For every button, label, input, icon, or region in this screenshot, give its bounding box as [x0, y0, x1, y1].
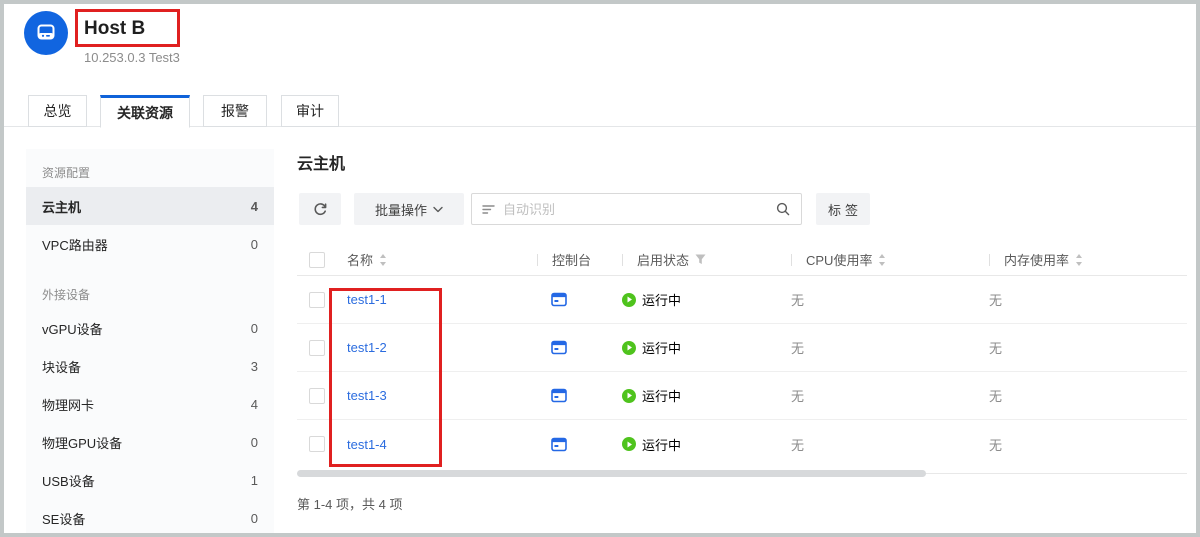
sidebar-section-external-devices: 外接设备 — [26, 279, 274, 309]
physical-gpu-count: 0 — [251, 435, 258, 450]
cpu-usage-value: 无 — [791, 435, 989, 454]
table-row: test1-3 运行中 无 无 — [297, 372, 1187, 420]
vm-name-link[interactable]: test1-4 — [347, 437, 387, 452]
sidebar-item-usb[interactable]: USB设备 1 — [26, 461, 274, 499]
vm-count: 4 — [251, 199, 258, 214]
sidebar-item-se[interactable]: SE设备 0 — [26, 499, 274, 537]
host-avatar — [24, 11, 68, 55]
column-header-memory[interactable]: 内存使用率 — [989, 250, 1187, 269]
sort-icon[interactable] — [878, 253, 886, 267]
sort-icon[interactable] — [1075, 253, 1083, 267]
vm-name-link[interactable]: test1-3 — [347, 388, 387, 403]
tag-button[interactable]: 标签 — [816, 193, 870, 225]
column-header-state[interactable]: 启用状态 — [622, 250, 791, 269]
table-row: test1-1 运行中 无 无 — [297, 276, 1187, 324]
se-count: 0 — [251, 511, 258, 526]
block-device-count: 3 — [251, 359, 258, 374]
refresh-icon — [313, 202, 328, 217]
console-icon[interactable] — [551, 340, 567, 355]
sort-icon[interactable] — [379, 253, 387, 267]
column-divider — [791, 254, 792, 266]
row-checkbox[interactable] — [309, 340, 325, 356]
column-header-cpu[interactable]: CPU使用率 — [791, 250, 989, 269]
tab-audit[interactable]: 审计 — [281, 95, 339, 127]
cpu-usage-value: 无 — [791, 386, 989, 405]
chevron-down-icon — [433, 206, 443, 213]
select-all-checkbox[interactable] — [309, 252, 325, 268]
sidebar-item-vm[interactable]: 云主机 4 — [26, 187, 274, 225]
sidebar-item-vpc-router[interactable]: VPC路由器 0 — [26, 225, 274, 263]
cpu-usage-value: 无 — [791, 290, 989, 309]
vgpu-count: 0 — [251, 321, 258, 336]
sidebar-gap — [26, 263, 274, 279]
refresh-button[interactable] — [299, 193, 341, 225]
pagination-summary: 第 1-4 项，共 4 项 — [297, 494, 402, 513]
status-label: 运行中 — [642, 290, 681, 309]
section-title-vm: 云主机 — [297, 150, 345, 174]
console-icon[interactable] — [551, 437, 567, 452]
table-header: 名称 控制台 启用状态 CPU使用率 内存使用率 — [297, 244, 1187, 276]
row-checkbox[interactable] — [309, 388, 325, 404]
status-label: 运行中 — [642, 435, 681, 454]
sidebar-item-physical-nic[interactable]: 物理网卡 4 — [26, 385, 274, 423]
host-ip-and-cluster: 10.253.0.3 Test3 — [84, 50, 180, 65]
console-icon[interactable] — [551, 292, 567, 307]
column-header-console: 控制台 — [537, 250, 622, 269]
status-running-icon — [622, 341, 636, 355]
column-header-name[interactable]: 名称 — [347, 250, 537, 269]
status-running-icon — [622, 389, 636, 403]
host-icon — [35, 22, 57, 44]
search-input[interactable] — [503, 202, 767, 217]
status-label: 运行中 — [642, 338, 681, 357]
tab-related-resources[interactable]: 关联资源 — [100, 95, 190, 128]
table-row: test1-4 运行中 无 无 — [297, 420, 1187, 468]
memory-usage-value: 无 — [989, 386, 1187, 405]
status-running-icon — [622, 293, 636, 307]
search-box[interactable] — [471, 193, 802, 225]
memory-usage-value: 无 — [989, 338, 1187, 357]
column-divider — [537, 254, 538, 266]
column-divider — [989, 254, 990, 266]
table-row: test1-2 运行中 无 无 — [297, 324, 1187, 372]
batch-actions-button[interactable]: 批量操作 — [354, 193, 464, 225]
page-title: Host B — [84, 18, 145, 40]
search-icon[interactable] — [775, 201, 791, 217]
horizontal-scrollbar-thumb[interactable] — [297, 470, 926, 477]
vm-name-link[interactable]: test1-1 — [347, 292, 387, 307]
column-divider — [622, 254, 623, 266]
tab-alarm[interactable]: 报警 — [203, 95, 267, 127]
host-detail-window: Host B 10.253.0.3 Test3 总览 关联资源 报警 审计 资源… — [0, 0, 1200, 537]
sidebar-item-physical-gpu[interactable]: 物理GPU设备 0 — [26, 423, 274, 461]
memory-usage-value: 无 — [989, 290, 1187, 309]
memory-usage-value: 无 — [989, 435, 1187, 454]
row-checkbox[interactable] — [309, 436, 325, 452]
status-label: 运行中 — [642, 386, 681, 405]
resource-sidebar: 资源配置 云主机 4 VPC路由器 0 外接设备 vGPU设备 0 块设备 3 … — [26, 149, 274, 537]
tab-overview[interactable]: 总览 — [28, 95, 87, 127]
usb-count: 1 — [251, 473, 258, 488]
filter-lines-icon — [482, 204, 495, 215]
vm-name-link[interactable]: test1-2 — [347, 340, 387, 355]
row-checkbox[interactable] — [309, 292, 325, 308]
filter-funnel-icon[interactable] — [695, 254, 706, 265]
cpu-usage-value: 无 — [791, 338, 989, 357]
console-icon[interactable] — [551, 388, 567, 403]
physical-nic-count: 4 — [251, 397, 258, 412]
vpc-router-count: 0 — [251, 237, 258, 252]
sidebar-item-vgpu[interactable]: vGPU设备 0 — [26, 309, 274, 347]
sidebar-item-block-device[interactable]: 块设备 3 — [26, 347, 274, 385]
status-running-icon — [622, 437, 636, 451]
sidebar-section-resource-config: 资源配置 — [26, 157, 274, 187]
